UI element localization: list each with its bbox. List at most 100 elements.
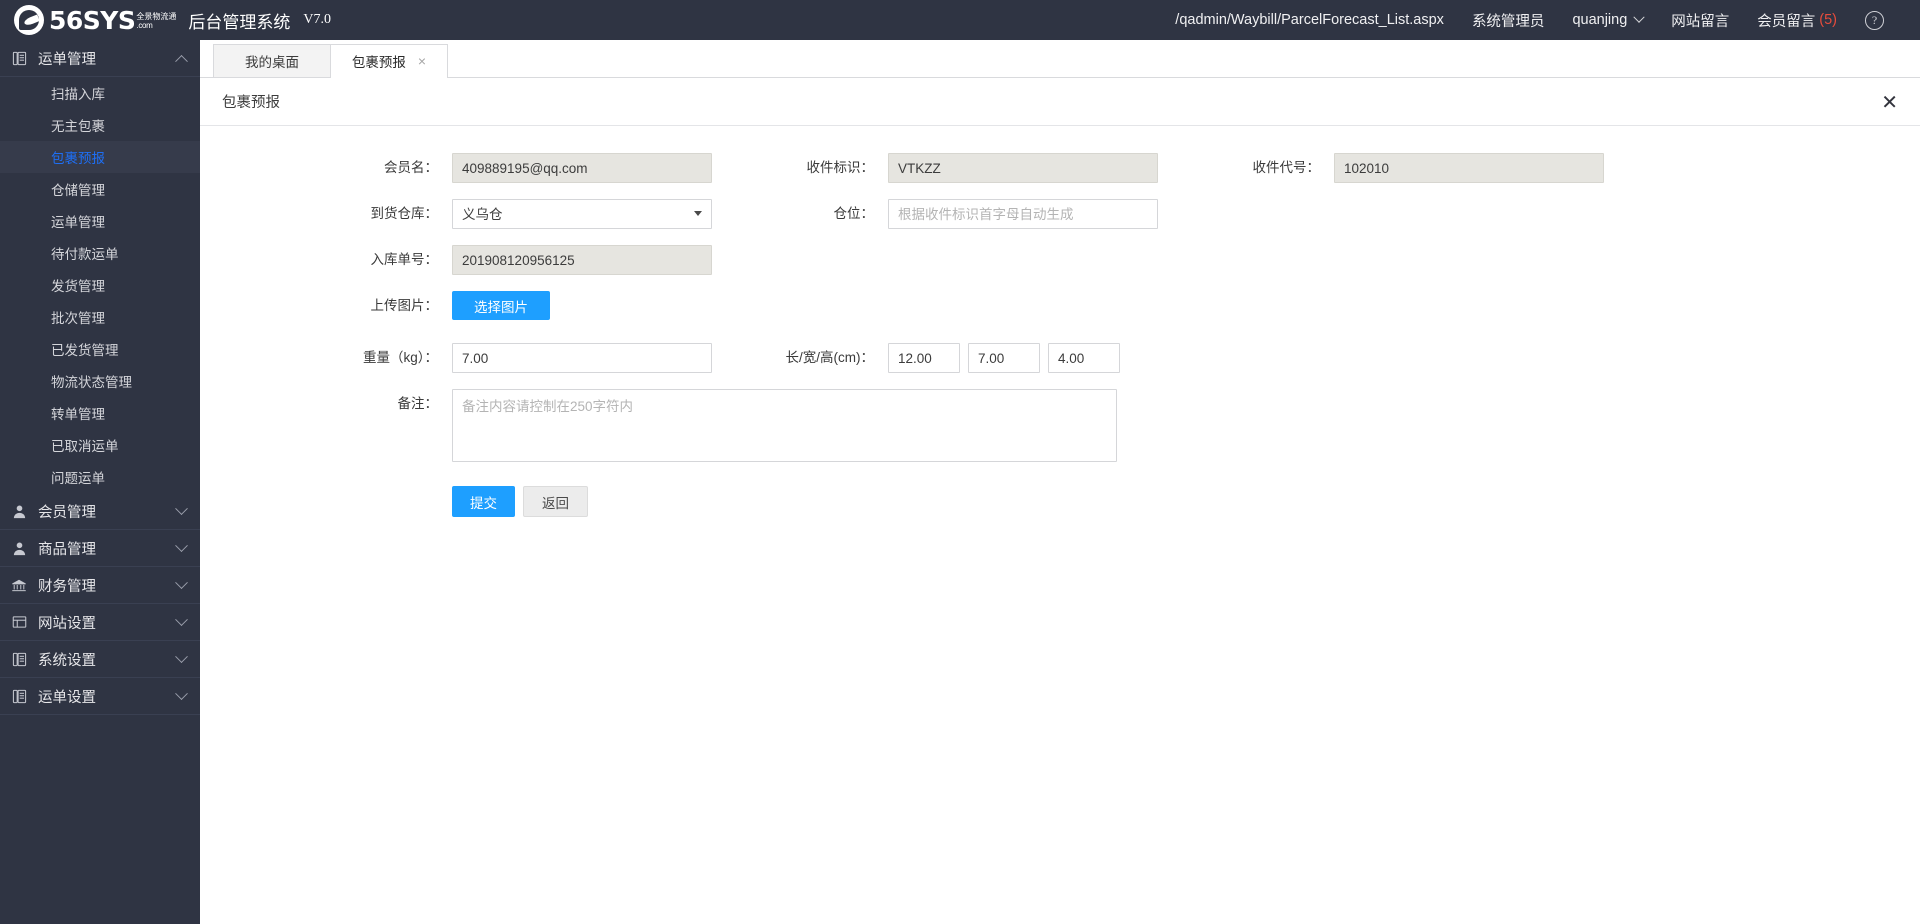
tab-2[interactable]: 包裹预报 × xyxy=(330,44,448,77)
tab-label: 我的桌面 xyxy=(245,51,299,71)
sidebar-group-3[interactable]: 商品管理 xyxy=(0,530,200,567)
user-menu[interactable]: quanjing xyxy=(1558,12,1657,28)
warehouse-select[interactable]: 义乌仓 xyxy=(452,199,712,229)
sidebar-item-11[interactable]: 转单管理 xyxy=(0,397,200,429)
remark-textarea[interactable] xyxy=(452,389,1117,462)
warehouse-field-wrap: 义乌仓 xyxy=(452,199,712,229)
document-list-icon xyxy=(0,689,38,704)
sidebar-item-4[interactable]: 仓储管理 xyxy=(0,173,200,205)
sidebar-item-3[interactable]: 包裹预报 xyxy=(0,141,200,173)
system-title: 后台管理系统 xyxy=(188,8,290,33)
member-message-link[interactable]: 会员留言 (5) xyxy=(1743,10,1851,31)
remark-label: 备注： xyxy=(200,389,452,419)
dimension-length-input[interactable] xyxy=(888,343,960,373)
brand-tagline-domain: .com xyxy=(136,21,176,30)
user-role-label: 系统管理员 xyxy=(1458,10,1559,31)
form-row-warehouse: 到货仓库： 义乌仓 仓位： xyxy=(200,199,1920,229)
sidebar-item-5[interactable]: 运单管理 xyxy=(0,205,200,237)
dimensions-field-wrap xyxy=(888,343,1120,373)
system-version: V7.0 xyxy=(303,12,331,28)
dimension-width-input[interactable] xyxy=(968,343,1040,373)
member-message-label: 会员留言 xyxy=(1757,10,1815,31)
sidebar-item-label: 物流状态管理 xyxy=(51,371,132,391)
site-message-link[interactable]: 网站留言 xyxy=(1657,10,1743,31)
upload-image-label: 上传图片： xyxy=(200,291,452,321)
sidebar-item-label: 问题运单 xyxy=(51,467,105,487)
recipient-mark-label: 收件标识： xyxy=(712,153,888,183)
chevron-down-icon xyxy=(162,544,200,553)
member-name-field-wrap xyxy=(452,153,712,183)
chevron-down-icon xyxy=(162,692,200,701)
recipient-code-label: 收件代号： xyxy=(1158,153,1334,183)
sidebar-group-7[interactable]: 运单设置 xyxy=(0,678,200,715)
dimension-height-input[interactable] xyxy=(1048,343,1120,373)
document-list-icon xyxy=(0,652,38,667)
bin-location-label: 仓位： xyxy=(712,199,888,229)
submit-button[interactable]: 提交 xyxy=(452,486,515,517)
sidebar-item-12[interactable]: 已取消运单 xyxy=(0,429,200,461)
form-row-measurements: 重量（kg）： 长/宽/高(cm)： xyxy=(200,343,1920,373)
company-logo-icon xyxy=(14,5,44,35)
form-row-actions: 提交 返回 xyxy=(200,486,1920,517)
sidebar-group-label: 财务管理 xyxy=(38,575,162,596)
sidebar-group-label: 运单管理 xyxy=(38,48,162,69)
sidebar-item-10[interactable]: 物流状态管理 xyxy=(0,365,200,397)
sidebar-item-6[interactable]: 待付款运单 xyxy=(0,237,200,269)
sidebar-group-4[interactable]: 财务管理 xyxy=(0,567,200,604)
recipient-code-input[interactable] xyxy=(1334,153,1604,183)
sidebar-item-7[interactable]: 发货管理 xyxy=(0,269,200,301)
help-button[interactable]: ? xyxy=(1851,11,1898,30)
panel-header: 包裹预报 ✕ xyxy=(200,78,1920,126)
brand-name: 56SYS xyxy=(49,6,135,35)
sidebar-group-1[interactable]: 运单管理 xyxy=(0,40,200,77)
recipient-mark-input[interactable] xyxy=(888,153,1158,183)
sidebar-group-2[interactable]: 会员管理 xyxy=(0,493,200,530)
tab-bar: 我的桌面 包裹预报 × xyxy=(200,40,1920,78)
top-header-bar: 56SYS 全景物流通 .com 后台管理系统 V7.0 /qadmin/Way… xyxy=(0,0,1920,40)
sidebar-item-label: 运单管理 xyxy=(51,211,105,231)
tab-close-icon[interactable]: × xyxy=(418,54,426,68)
chevron-up-icon xyxy=(162,54,200,63)
inbound-no-input[interactable] xyxy=(452,245,712,275)
sidebar-group-label: 商品管理 xyxy=(38,538,162,559)
sidebar-item-9[interactable]: 已发货管理 xyxy=(0,333,200,365)
tab-label: 包裹预报 xyxy=(352,51,406,71)
sidebar-item-label: 转单管理 xyxy=(51,403,105,423)
bin-location-field-wrap xyxy=(888,199,1158,229)
bin-location-input[interactable] xyxy=(888,199,1158,229)
sidebar-item-13[interactable]: 问题运单 xyxy=(0,461,200,493)
sidebar-group-5[interactable]: 网站设置 xyxy=(0,604,200,641)
tab-1[interactable]: 我的桌面 xyxy=(213,44,331,77)
form-row-identity: 会员名： 收件标识： 收件代号： xyxy=(200,153,1920,183)
current-page-path: /qadmin/Waybill/ParcelForecast_List.aspx xyxy=(1161,12,1458,28)
bank-icon xyxy=(0,578,38,593)
chevron-down-icon xyxy=(1634,12,1645,23)
brand-tagline-cn: 全景物流通 xyxy=(136,12,176,21)
form-row-remark: 备注： xyxy=(200,389,1920,467)
weight-input[interactable] xyxy=(452,343,712,373)
member-name-label: 会员名： xyxy=(200,153,452,183)
form-row-inbound-no: 入库单号： xyxy=(200,245,1920,275)
choose-image-button[interactable]: 选择图片 xyxy=(452,291,550,320)
sidebar-item-2[interactable]: 无主包裹 xyxy=(0,109,200,141)
sidebar-item-8[interactable]: 批次管理 xyxy=(0,301,200,333)
sidebar-item-1[interactable]: 扫描入库 xyxy=(0,77,200,109)
close-icon[interactable]: ✕ xyxy=(1881,92,1898,112)
sidebar-submenu-1: 扫描入库无主包裹包裹预报仓储管理运单管理待付款运单发货管理批次管理已发货管理物流… xyxy=(0,77,200,493)
weight-field-wrap xyxy=(452,343,712,373)
member-name-input[interactable] xyxy=(452,153,712,183)
user-icon xyxy=(0,504,38,519)
main-content-area: 我的桌面包裹预报× 包裹预报 ✕ 会员名： 收件标识： 收件代号： 到货仓库： xyxy=(200,40,1920,924)
sidebar-group-6[interactable]: 系统设置 xyxy=(0,641,200,678)
sidebar-navigation: 运单管理扫描入库无主包裹包裹预报仓储管理运单管理待付款运单发货管理批次管理已发货… xyxy=(0,40,200,924)
chevron-down-icon xyxy=(162,618,200,627)
back-button[interactable]: 返回 xyxy=(523,486,588,517)
brand-logo-area[interactable]: 56SYS 全景物流通 .com 后台管理系统 V7.0 xyxy=(0,5,200,35)
sidebar-item-label: 发货管理 xyxy=(51,275,105,295)
sidebar-item-label: 已发货管理 xyxy=(51,339,119,359)
user-icon xyxy=(0,541,38,556)
inbound-no-label: 入库单号： xyxy=(200,245,452,275)
action-buttons: 提交 返回 xyxy=(452,486,588,517)
sidebar-group-label: 运单设置 xyxy=(38,686,162,707)
weight-label: 重量（kg）： xyxy=(200,343,452,373)
